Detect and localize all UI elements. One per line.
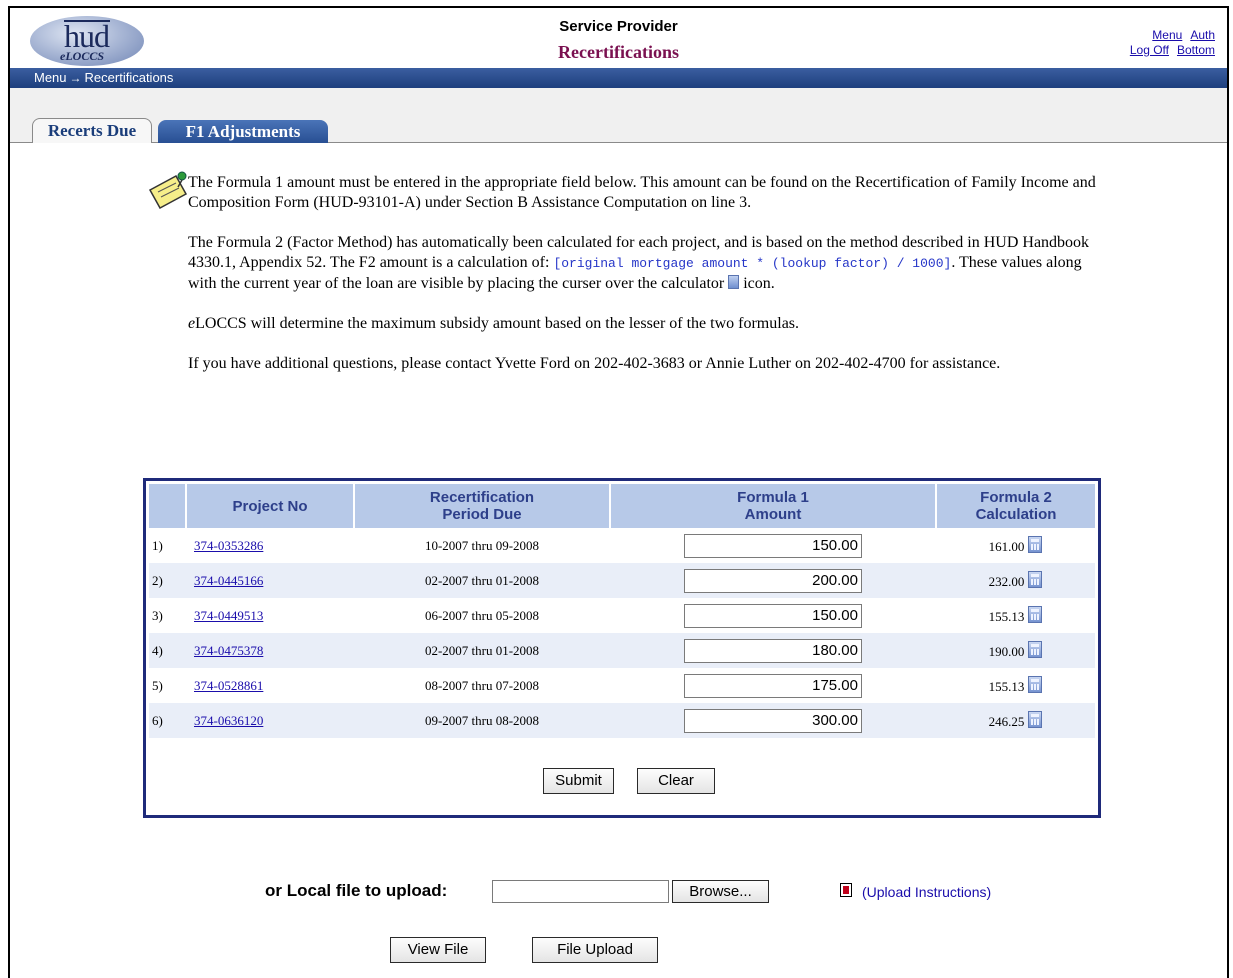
file-upload-button[interactable]: File Upload bbox=[532, 937, 658, 963]
browse-button[interactable]: Browse... bbox=[672, 880, 769, 903]
note-pin-icon bbox=[148, 171, 188, 210]
formula2-value: 155.13 bbox=[988, 609, 1025, 624]
project-link[interactable]: 374-0636120 bbox=[186, 713, 263, 728]
formula1-amount-input[interactable] bbox=[684, 533, 862, 558]
breadcrumb-menu[interactable]: Menu bbox=[34, 70, 67, 85]
breadcrumb-current: Recertifications bbox=[84, 70, 174, 85]
tab-f1-adjustments[interactable]: F1 Adjustments bbox=[158, 120, 328, 143]
instruction-contact: If you have additional questions, please… bbox=[188, 355, 1001, 372]
tab-bar: Recerts Due F1 Adjustments bbox=[10, 88, 1227, 143]
logoff-link[interactable]: Log Off bbox=[1130, 43, 1169, 57]
submit-button[interactable]: Submit bbox=[543, 768, 614, 794]
instruction-formula2: The Formula 2 (Factor Method) has automa… bbox=[188, 234, 1090, 292]
formula2-value: 155.13 bbox=[988, 679, 1025, 694]
calculator-icon[interactable] bbox=[1028, 711, 1043, 728]
menu-link[interactable]: Menu bbox=[1152, 28, 1182, 42]
upload-label: or Local file to upload: bbox=[265, 881, 448, 900]
formula1-amount-input[interactable] bbox=[684, 708, 862, 733]
instructions-text: The Formula 1 amount must be entered in … bbox=[188, 173, 1108, 394]
period-due: 02-2007 thru 01-2008 bbox=[354, 563, 610, 598]
calculator-icon[interactable] bbox=[1028, 571, 1043, 588]
project-link[interactable]: 374-0353286 bbox=[186, 538, 263, 553]
calculator-icon[interactable] bbox=[1028, 676, 1043, 693]
table-row: 6) 374-0636120 09-2007 thru 08-2008 246.… bbox=[149, 703, 1095, 738]
app-title: Service Provider bbox=[559, 18, 678, 35]
upload-instructions-link[interactable]: (Upload Instructions) bbox=[862, 884, 991, 900]
breadcrumb: Menu → Recertifications bbox=[10, 68, 1227, 88]
bottom-link[interactable]: Bottom bbox=[1177, 43, 1215, 57]
page-header: hud eLOCCS Service Provider Recertificat… bbox=[10, 8, 1227, 68]
header-formula1: Formula 1 Amount bbox=[610, 484, 937, 528]
recerts-table-panel: Project No Recertification Period Due For… bbox=[143, 478, 1101, 818]
table-row: 1) 374-0353286 10-2007 thru 09-2008 161.… bbox=[149, 528, 1095, 563]
period-due: 10-2007 thru 09-2008 bbox=[424, 537, 540, 553]
calculator-icon bbox=[728, 275, 740, 289]
header-formula2: Formula 2 Calculation bbox=[936, 484, 1095, 528]
calculator-icon[interactable] bbox=[1028, 536, 1043, 553]
project-link[interactable]: 374-0445166 bbox=[186, 573, 263, 588]
header-links: Menu Auth Log Off Bottom bbox=[1122, 28, 1215, 58]
formula2-value: 232.00 bbox=[988, 574, 1025, 589]
formula2-value: 190.00 bbox=[988, 644, 1025, 659]
instruction-formula1: The Formula 1 amount must be entered in … bbox=[188, 174, 1096, 211]
header-period-due: Recertification Period Due bbox=[354, 484, 611, 528]
table-header-row: Project No Recertification Period Due For… bbox=[149, 484, 1095, 528]
recerts-table: Project No Recertification Period Due For… bbox=[149, 484, 1095, 738]
formula-code: [original mortgage amount * (lookup fact… bbox=[553, 256, 952, 271]
table-row: 5) 374-0528861 08-2007 thru 07-2008 155.… bbox=[149, 668, 1095, 703]
project-link[interactable]: 374-0528861 bbox=[186, 678, 263, 693]
pdf-icon bbox=[840, 883, 852, 897]
app-window: hud eLOCCS Service Provider Recertificat… bbox=[8, 6, 1229, 978]
view-file-button[interactable]: View File bbox=[390, 937, 486, 963]
header-project-no: Project No bbox=[186, 484, 355, 528]
instruction-eloccs: eLOCCS will determine the maximum subsid… bbox=[188, 315, 800, 332]
calculator-icon[interactable] bbox=[1028, 641, 1043, 658]
clear-button[interactable]: Clear bbox=[637, 768, 715, 794]
table-row: 2) 374-0445166 02-2007 thru 01-2008 232.… bbox=[149, 563, 1095, 598]
auth-link[interactable]: Auth bbox=[1190, 28, 1215, 42]
formula1-amount-input[interactable] bbox=[684, 638, 862, 663]
project-link[interactable]: 374-0449513 bbox=[186, 608, 263, 623]
table-row: 3) 374-0449513 06-2007 thru 05-2008 155.… bbox=[149, 598, 1095, 633]
formula2-value: 161.00 bbox=[988, 539, 1025, 554]
period-due: 06-2007 thru 05-2008 bbox=[424, 607, 540, 623]
arrow-icon: → bbox=[69, 71, 82, 85]
header-index bbox=[149, 484, 187, 528]
period-due: 02-2007 thru 01-2008 bbox=[354, 633, 610, 668]
formula1-amount-input[interactable] bbox=[684, 673, 862, 698]
tab-recerts-due[interactable]: Recerts Due bbox=[32, 118, 152, 143]
period-due: 08-2007 thru 07-2008 bbox=[424, 677, 540, 693]
page-title: Recertifications bbox=[558, 42, 679, 62]
table-row: 4) 374-0475378 02-2007 thru 01-2008 190.… bbox=[149, 633, 1095, 668]
project-link[interactable]: 374-0475378 bbox=[186, 643, 263, 658]
formula1-amount-input[interactable] bbox=[684, 603, 862, 628]
formula1-amount-input[interactable] bbox=[684, 568, 862, 593]
calculator-icon[interactable] bbox=[1028, 606, 1043, 623]
period-due: 09-2007 thru 08-2008 bbox=[354, 703, 610, 738]
formula2-value: 246.25 bbox=[988, 714, 1025, 729]
file-path-input[interactable] bbox=[492, 880, 669, 903]
